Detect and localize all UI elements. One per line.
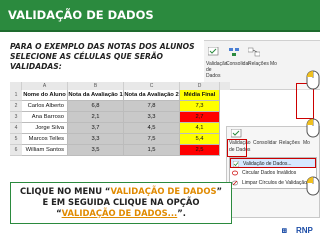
header-cell-final[interactable]: Média Final	[180, 90, 220, 101]
table-cell-final[interactable]: 2,5	[180, 145, 220, 156]
logo-text: RNP	[296, 226, 313, 235]
callout-text: ”	[216, 186, 223, 196]
menu-item-label: Validação de Dados...	[243, 161, 292, 167]
header-cell-eval2[interactable]: Nota da Avaliação 2	[124, 90, 180, 101]
table-cell-name[interactable]: William Santos	[22, 145, 68, 156]
menu-item-data-validation[interactable]: Validação de Dados...	[230, 158, 316, 168]
title-divider	[0, 30, 320, 32]
table-cell-eval1[interactable]: 3,7	[68, 123, 124, 134]
row-number[interactable]: 2	[10, 101, 22, 112]
table-cell-final[interactable]: 5,4	[180, 134, 220, 145]
table-cell-eval1[interactable]: 3,3	[68, 134, 124, 145]
mouse-icon	[306, 118, 320, 138]
column-letter-a[interactable]: A	[22, 82, 68, 90]
validation-dropdown: Validação de Dados... Circular Dados Inv…	[229, 157, 317, 189]
instruction-callout: CLIQUE NO MENU “VALIDAÇÃO DE DADOS” E EM…	[10, 182, 232, 224]
menu-item-clear-circles[interactable]: Limpar Círculos de Validação	[230, 178, 316, 188]
callout-highlight-menu: VALIDAÇÃO DE DADOS	[110, 186, 217, 196]
relationships-icon[interactable]	[248, 47, 260, 57]
table-cell-eval1[interactable]: 3,5	[68, 145, 124, 156]
clear-circles-icon	[232, 180, 238, 186]
table-cell-name[interactable]: Jorge Silva	[22, 123, 68, 134]
menu-ribbon-label[interactable]: Relações	[279, 140, 300, 146]
select-all-corner[interactable]	[10, 82, 22, 90]
consolidate-icon[interactable]	[228, 47, 240, 57]
column-header-row: A B C D	[10, 82, 230, 90]
table-cell-eval1[interactable]: 2,1	[68, 112, 124, 123]
table-cell-name[interactable]: Carlos Alberto	[22, 101, 68, 112]
row-number[interactable]: 3	[10, 112, 22, 123]
table-cell-name[interactable]: Marcos Telles	[22, 134, 68, 145]
ribbon-label-validation[interactable]: Validação de Dados	[206, 61, 228, 79]
header-cell-name[interactable]: Nome do Aluno	[22, 90, 68, 101]
row-number[interactable]: 6	[10, 145, 22, 156]
row-number[interactable]: 4	[10, 123, 22, 134]
ribbon-label-model[interactable]: Mo	[270, 61, 277, 67]
callout-line-3: “VALIDAÇÃO DE DADOS...”.	[11, 208, 231, 219]
table-cell-eval2[interactable]: 4,5	[124, 123, 180, 134]
column-letter-c[interactable]: C	[124, 82, 180, 90]
table-cell-name[interactable]: Ana Barroso	[22, 112, 68, 123]
table-cell-final[interactable]: 7,3	[180, 101, 220, 112]
table-cell-eval2[interactable]: 1,5	[124, 145, 180, 156]
menu-item-label: Circular Dados Inválidos	[242, 170, 297, 176]
ribbon-label-consolidate[interactable]: Consolidar	[226, 61, 250, 67]
callout-text: ”.	[177, 208, 186, 218]
data-validation-icon[interactable]	[208, 47, 220, 57]
callout-highlight-option: VALIDAÇÃO DE DADOS...	[61, 208, 178, 218]
table-cell-final[interactable]: 4,1	[180, 123, 220, 134]
spreadsheet: A B C D 1 2 3 4 5 6 Nome do Aluno Nota d…	[10, 82, 230, 182]
callout-text: CLIQUE NO MENU “	[19, 186, 111, 196]
table-cell-eval1[interactable]: 6,8	[68, 101, 124, 112]
ribbon-label-relations[interactable]: Relações	[248, 61, 269, 67]
menu-item-label: Limpar Círculos de Validação	[242, 180, 307, 186]
menu-item-circle-invalid[interactable]: Circular Dados Inválidos	[230, 168, 316, 178]
instruction-text: PARA O EXEMPLO DAS NOTAS DOS ALUNOS SELE…	[10, 42, 195, 71]
page-title: VALIDAÇÃO DE DADOS	[8, 8, 154, 22]
mouse-icon	[306, 70, 320, 90]
column-letter-d[interactable]: D	[180, 82, 220, 90]
callout-line-1: CLIQUE NO MENU “VALIDAÇÃO DE DADOS”	[11, 186, 231, 197]
mouse-icon	[306, 176, 320, 196]
rnp-logo	[282, 228, 287, 233]
menu-ribbon-label[interactable]: Consolidar	[253, 140, 277, 146]
table-cell-final[interactable]: 2,7	[180, 112, 220, 123]
menu-ribbon-label[interactable]: Mo	[303, 140, 310, 146]
validation-button-highlight	[227, 139, 247, 157]
table-cell-eval2[interactable]: 7,5	[124, 134, 180, 145]
data-validation-icon	[233, 161, 239, 167]
row-number[interactable]: 1	[10, 90, 22, 101]
row-number[interactable]: 5	[10, 134, 22, 145]
header-cell-eval1[interactable]: Nota da Avaliação 1	[68, 90, 124, 101]
column-letter-b[interactable]: B	[68, 82, 124, 90]
data-validation-icon[interactable]	[231, 129, 243, 139]
table-cell-eval2[interactable]: 3,3	[124, 112, 180, 123]
circle-invalid-icon	[232, 170, 238, 176]
table-cell-eval2[interactable]: 7,8	[124, 101, 180, 112]
callout-line-2: E EM SEGUIDA CLIQUE NA OPÇÃO	[42, 197, 200, 207]
data-validation-menu: Validação de Dados Consolidar Relações M…	[226, 126, 320, 218]
title-bar: VALIDAÇÃO DE DADOS	[0, 0, 320, 30]
